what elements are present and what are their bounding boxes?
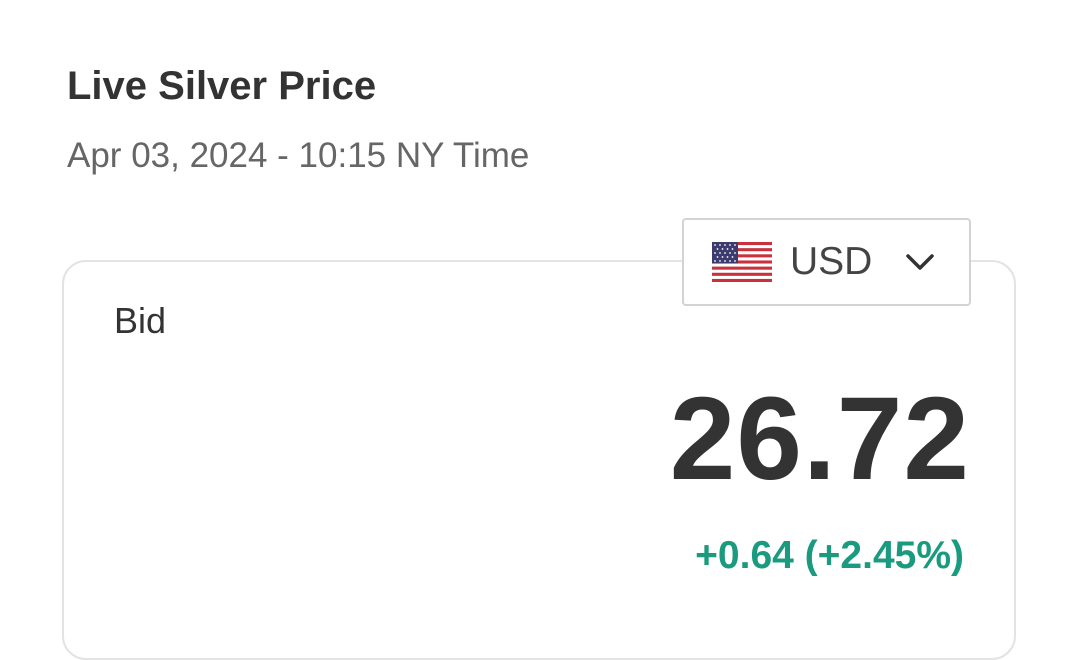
bid-price: 26.72 (669, 373, 970, 505)
price-change: +0.64 (+2.45%) (695, 534, 964, 577)
currency-code: USD (790, 240, 873, 283)
price-timestamp: Apr 03, 2024 - 10:15 NY Time (67, 136, 530, 175)
page-title: Live Silver Price (67, 64, 377, 108)
currency-dropdown[interactable]: USD (682, 218, 971, 306)
us-flag-icon (712, 242, 772, 282)
bid-label: Bid (114, 300, 167, 341)
chevron-down-icon (906, 254, 934, 270)
